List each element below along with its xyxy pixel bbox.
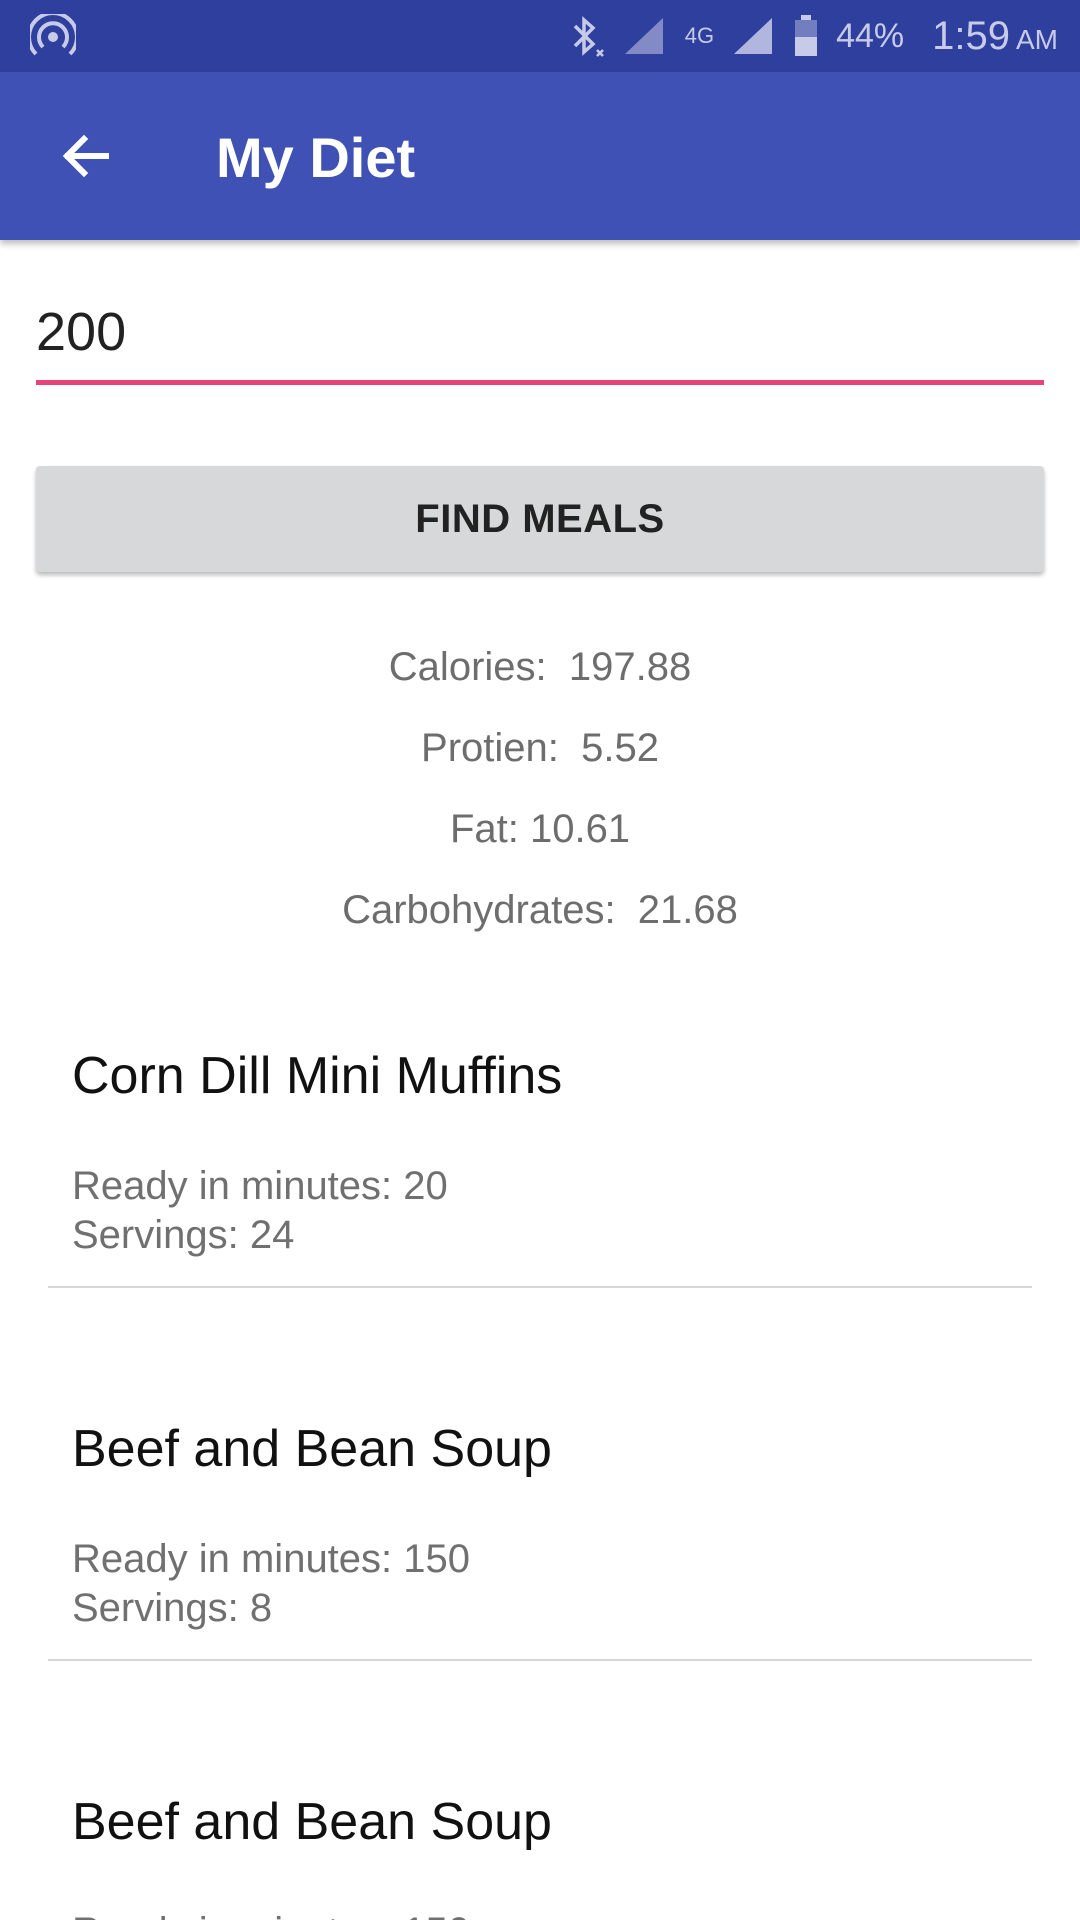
battery-percent: 44% [836, 16, 905, 55]
meal-ready-time: Ready in minutes: 20 [72, 1164, 448, 1208]
hotspot-icon [27, 11, 79, 60]
meal-ready-time: Ready in minutes: 150 [72, 1537, 471, 1581]
nutrient-fat: Fat: 10.61 [449, 807, 631, 851]
meal-list-item[interactable]: Corn Dill Mini Muffins Ready in minutes:… [48, 1010, 1032, 1290]
nutrient-protein: Protien: 5.52 [421, 726, 659, 770]
calorie-input-field [36, 290, 1044, 385]
meal-title: Beef and Bean Soup [72, 1793, 552, 1851]
bluetooth-icon [565, 14, 605, 58]
meal-list-item[interactable]: Beef and Bean Soup Ready in minutes: 150 [48, 1756, 1032, 1920]
clock: 1:59 AM [932, 14, 1058, 59]
nutrient-carbohydrates: Carbohydrates: 21.68 [342, 888, 738, 932]
nutrient-calories: Calories: 197.88 [388, 645, 692, 689]
meal-list-item[interactable]: Beef and Bean Soup Ready in minutes: 150… [48, 1383, 1032, 1663]
signal-icon [623, 16, 667, 56]
arrow-back-icon [62, 134, 109, 178]
list-divider [48, 1286, 1032, 1288]
meal-ready-time: Ready in minutes: 150 [72, 1908, 470, 1920]
clock-time: 1:59 [932, 13, 1010, 58]
back-button[interactable] [44, 114, 128, 198]
find-meals-button[interactable]: FIND MEALS [36, 466, 1044, 572]
status-bar: 4G 44% 1:59 AM [0, 0, 1080, 72]
battery-icon [794, 15, 818, 57]
meal-servings: Servings: 8 [72, 1586, 273, 1630]
meal-title: Corn Dill Mini Muffins [72, 1047, 563, 1105]
meal-servings: Servings: 24 [72, 1213, 295, 1257]
page-title: My Diet [216, 126, 416, 189]
calorie-input[interactable] [36, 290, 1036, 374]
signal-icon [732, 16, 776, 56]
list-divider [48, 1659, 1032, 1661]
app-bar: My Diet [0, 72, 1080, 240]
clock-ampm: AM [1016, 23, 1058, 55]
meal-title: Beef and Bean Soup [72, 1420, 552, 1478]
network-type-label: 4G [684, 23, 715, 48]
